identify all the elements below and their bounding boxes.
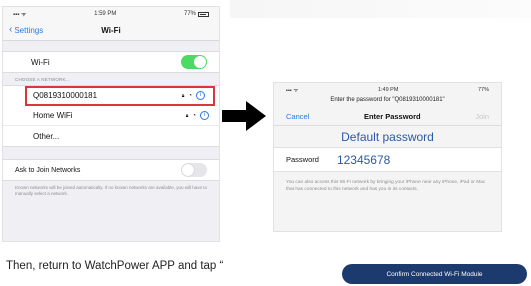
chevron-left-icon: ‹ xyxy=(9,24,13,35)
signal-icon: ▪▪▪ ᯤ xyxy=(286,87,299,94)
cancel-button[interactable]: Cancel xyxy=(286,112,309,121)
network-icons: 🔒︎ ◔ i xyxy=(186,111,209,120)
network-icons: 🔒︎ ◔ i xyxy=(182,91,205,100)
ask-to-join-row: Ask to Join Networks xyxy=(3,159,219,181)
status-bar: ▪▪▪ ᯤ 1:59 PM 77% xyxy=(3,7,219,21)
instruction-text: Then, return to WatchPower APP and tap “ xyxy=(6,260,224,272)
wifi-label: Wi-Fi xyxy=(31,57,50,67)
ask-to-join-label: Ask to Join Networks xyxy=(15,166,81,174)
password-note: You can also access this Wi-Fi network b… xyxy=(286,180,486,192)
wifi-settings-screen: ▪▪▪ ᯤ 1:59 PM 77% ‹ Settings Wi-Fi Wi-Fi… xyxy=(2,6,220,242)
network-name: Other... xyxy=(33,131,60,141)
lock-icon: 🔒︎ xyxy=(185,112,189,119)
network-list: Q0819310000181 🔒︎ ◔ i Home WiFi 🔒︎ ◔ i O… xyxy=(3,85,219,147)
section-label: CHOOSE A NETWORK... xyxy=(15,77,71,82)
lock-icon: 🔒︎ xyxy=(181,92,185,99)
status-time: 1:59 PM xyxy=(94,11,117,17)
battery-icon xyxy=(198,11,209,17)
password-prompt: Enter the password for "Q0819310000181" xyxy=(330,97,445,103)
ask-to-join-footnote: Known networks will be joined automatica… xyxy=(15,185,208,196)
battery-indicator: 77% xyxy=(184,11,209,17)
settings-back-button[interactable]: ‹ Settings xyxy=(9,25,43,35)
arrow-right-icon xyxy=(222,101,266,131)
default-password-label: Default password xyxy=(274,126,501,148)
network-row-home-wifi[interactable]: Home WiFi 🔒︎ ◔ i xyxy=(3,106,219,126)
password-title: Enter Password xyxy=(363,112,421,121)
confirm-connected-wifi-module-button[interactable]: Confirm Connected Wi-Fi Module xyxy=(342,264,527,284)
back-label: Settings xyxy=(14,25,44,35)
network-name: Q0819310000181 xyxy=(33,91,98,100)
status-time: 1:49 PM xyxy=(377,86,399,93)
password-label: Password xyxy=(286,155,319,164)
wifi-toggle-row: Wi-Fi xyxy=(3,51,219,73)
info-icon[interactable]: i xyxy=(200,111,209,120)
wifi-signal-icon: ◔ xyxy=(192,112,196,119)
info-icon[interactable]: i xyxy=(196,91,205,100)
wifi-signal-icon: ◔ xyxy=(188,92,192,99)
password-nav-bar: Cancel Enter Password Join xyxy=(274,108,501,126)
battery-percent: 77% xyxy=(477,86,489,93)
join-button[interactable]: Join xyxy=(475,112,489,121)
watermark xyxy=(230,0,531,18)
status-bar: ▪▪▪ ᯤ 1:49 PM 77% xyxy=(274,83,501,96)
network-name: Home WiFi xyxy=(33,111,73,120)
password-value: 12345678 xyxy=(336,152,391,167)
battery-percent: 77% xyxy=(183,11,196,17)
enter-password-screen: ▪▪▪ ᯤ 1:49 PM 77% Enter the password for… xyxy=(273,82,502,232)
network-row-q0819310000181[interactable]: Q0819310000181 🔒︎ ◔ i xyxy=(25,86,215,106)
nav-bar: ‹ Settings Wi-Fi xyxy=(3,21,219,41)
wifi-toggle[interactable] xyxy=(181,55,207,69)
ask-to-join-toggle[interactable] xyxy=(181,163,207,177)
network-row-other[interactable]: Other... xyxy=(3,126,219,146)
signal-icon: ▪▪▪ ᯤ xyxy=(13,12,27,18)
password-field[interactable]: Password 12345678 xyxy=(274,148,501,172)
